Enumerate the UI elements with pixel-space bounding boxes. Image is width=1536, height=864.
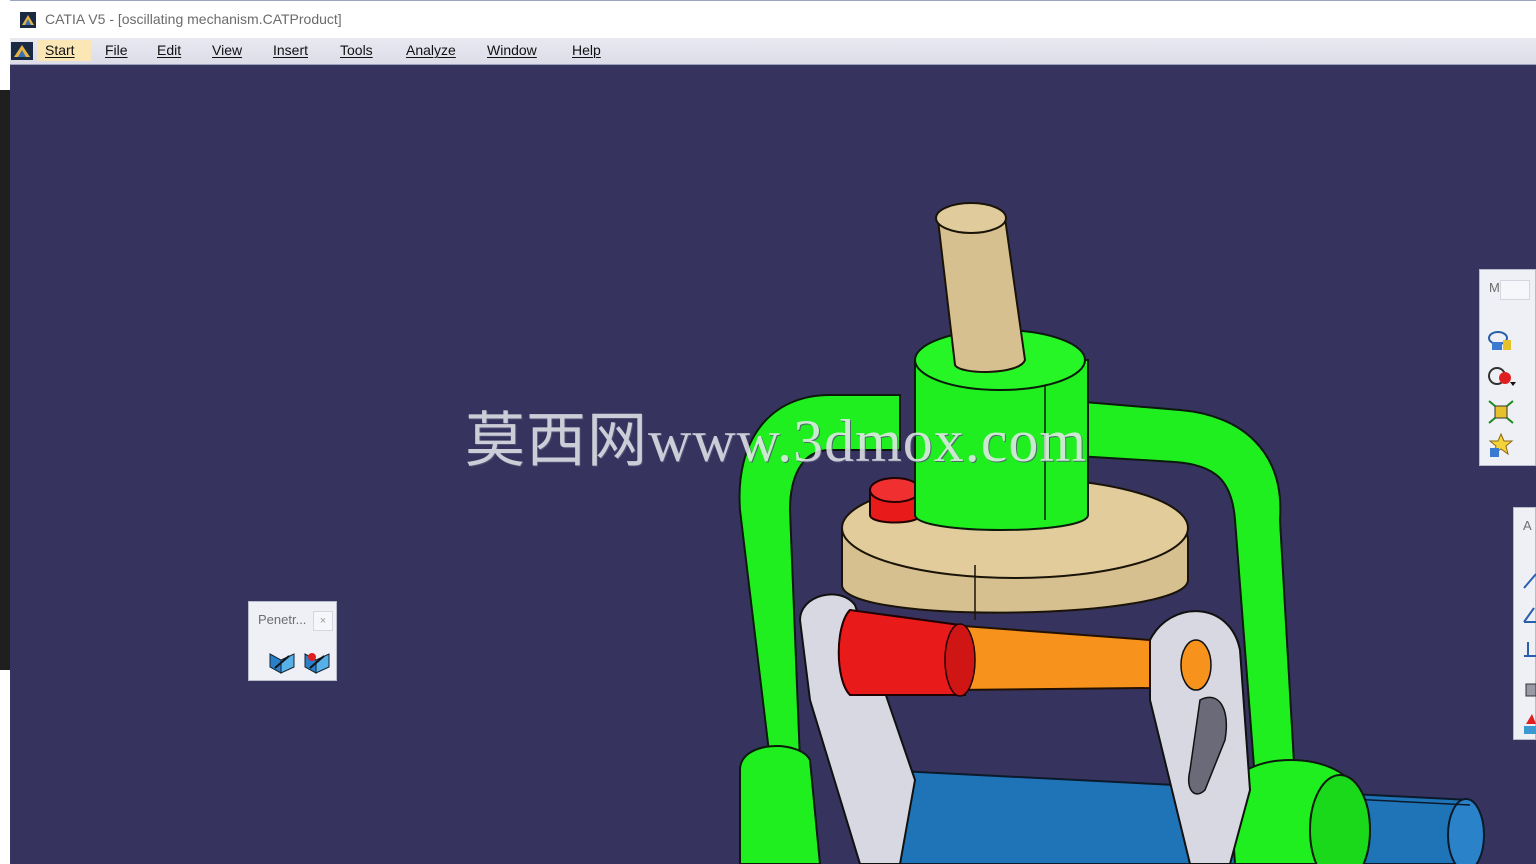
menu-help[interactable]: Help (572, 42, 601, 58)
watermark-text: 莫西网www.3dmox.com (465, 408, 1088, 474)
menu-window[interactable]: Window (487, 42, 537, 58)
orange-rod (949, 623, 1151, 692)
penetration-toolbar-title: Penetr... (258, 612, 307, 627)
assembly-constraints-toolbar-title: A (1523, 518, 1532, 533)
menu-bar: Start File Edit View Insert Tools Analyz… (10, 38, 1536, 65)
title-bar: CATIA V5 - [oscillating mechanism.CATPro… (10, 0, 1536, 38)
snap-icon[interactable] (1486, 362, 1516, 390)
fit-icon[interactable] (1486, 398, 1516, 426)
move-toolbar-close-icon[interactable] (1500, 280, 1530, 300)
offset-constraint-icon[interactable] (1522, 636, 1536, 664)
penetration-icon[interactable] (267, 648, 297, 676)
menu-edit[interactable]: Edit (157, 42, 181, 58)
penetration-result-icon[interactable] (302, 648, 332, 676)
menu-view[interactable]: View (212, 42, 242, 58)
left-dark-panel (0, 90, 10, 670)
catia-app-icon (20, 12, 36, 28)
blue-shaft-end (1447, 798, 1485, 864)
start-menu-icon[interactable] (10, 40, 34, 62)
update-icon[interactable] (1522, 710, 1536, 738)
green-hub-left (739, 745, 822, 864)
penetration-toolbar-close-icon[interactable]: × (313, 611, 333, 631)
angle-constraint-icon[interactable] (1522, 600, 1536, 628)
menu-insert[interactable]: Insert (273, 42, 308, 58)
move-icon[interactable] (1486, 328, 1516, 356)
window-title: CATIA V5 - [oscillating mechanism.CATPro… (45, 11, 342, 27)
explode-icon[interactable] (1486, 432, 1516, 460)
menu-tools[interactable]: Tools (340, 42, 373, 58)
menu-file[interactable]: File (105, 42, 128, 58)
move-toolbar: M (1479, 269, 1536, 466)
fix-icon[interactable] (1522, 676, 1536, 704)
move-toolbar-title: M (1489, 280, 1500, 295)
assembly-constraints-toolbar: A (1513, 507, 1536, 740)
3d-viewport[interactable]: 莫西网www.3dmox.com (10, 65, 1536, 864)
penetration-toolbar: Penetr... × (248, 601, 337, 681)
left-window-edge (0, 0, 10, 864)
constraint-icon[interactable] (1522, 566, 1536, 594)
menu-start[interactable]: Start (37, 40, 91, 61)
menu-analyze[interactable]: Analyze (406, 42, 456, 58)
